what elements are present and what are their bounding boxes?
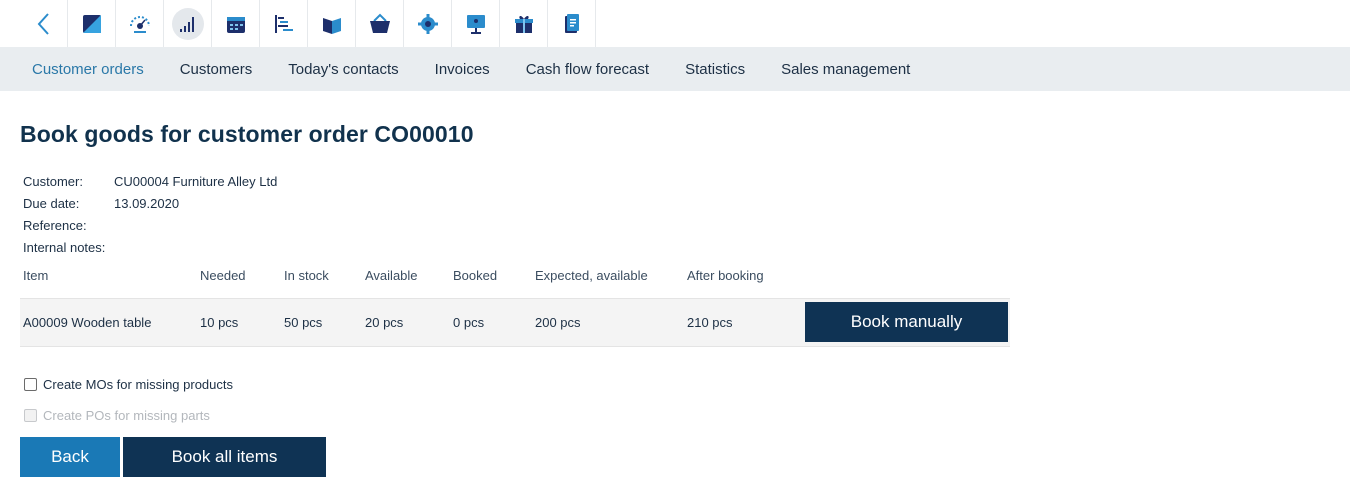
order-info: Customer: CU00004 Furniture Alley Ltd Du… [23, 170, 277, 258]
due-date-value: 13.09.2020 [114, 195, 180, 211]
column-header-expected-available: Expected, available [535, 268, 648, 283]
page-title: Book goods for customer order CO00010 [20, 121, 474, 147]
create-pos-option: Create POs for missing parts [24, 408, 210, 423]
module-inventory-button[interactable] [308, 0, 356, 47]
expected-available-cell: 200 pcs [535, 315, 581, 330]
module-presentation-button[interactable] [452, 0, 500, 47]
reference-row: Reference: [23, 214, 277, 236]
book-manually-button[interactable]: Book manually [805, 302, 1008, 342]
after-booking-cell: 210 pcs [687, 315, 733, 330]
booked-cell: 0 pcs [453, 315, 485, 330]
box-icon [322, 17, 341, 34]
document-icon [564, 13, 579, 33]
column-header-item: Item [23, 268, 49, 283]
gantt-icon [274, 14, 293, 33]
edit-icon [82, 14, 101, 33]
module-settings-button[interactable] [404, 0, 452, 47]
module-documents-button[interactable] [548, 0, 596, 47]
customer-label: Customer: [23, 173, 83, 189]
create-pos-label: Create POs for missing parts [43, 408, 210, 423]
module-gifts-button[interactable] [500, 0, 548, 47]
customer-row: Customer: CU00004 Furniture Alley Ltd [23, 170, 277, 192]
item-cell: A00009 Wooden table [23, 315, 152, 330]
dashboard-icon [129, 15, 150, 33]
column-header-in-stock: In stock [284, 268, 329, 283]
module-toolbar [20, 0, 596, 47]
table-row: A00009 Wooden table 10 pcs 50 pcs 20 pcs… [20, 298, 1010, 347]
module-calendar-button[interactable] [212, 0, 260, 47]
column-header-needed: Needed [200, 268, 246, 283]
column-header-after-booking: After booking [687, 268, 764, 283]
signal-bars-icon [179, 16, 194, 32]
tab-customer-orders[interactable]: Customer orders [20, 61, 144, 78]
active-module-indicator [171, 7, 204, 40]
module-statistics-button[interactable] [164, 0, 212, 47]
in-stock-cell: 50 pcs [284, 315, 323, 330]
reference-label: Reference: [23, 217, 87, 233]
calendar-icon [226, 16, 245, 33]
due-date-row: Due date: 13.09.2020 [23, 192, 277, 214]
create-mos-option[interactable]: Create MOs for missing products [24, 377, 233, 392]
module-purchasing-button[interactable] [356, 0, 404, 47]
tab-todays-contacts[interactable]: Today's contacts [276, 61, 398, 78]
column-header-available: Available [365, 268, 418, 283]
module-dashboard-button[interactable] [116, 0, 164, 47]
gear-icon [417, 13, 438, 34]
tab-cash-flow-forecast[interactable]: Cash flow forecast [514, 61, 649, 78]
due-date-label: Due date: [23, 195, 80, 211]
column-header-booked: Booked [453, 268, 498, 283]
tab-customers[interactable]: Customers [168, 61, 253, 78]
back-button[interactable]: Back [20, 437, 120, 477]
sub-navigation: Customer orders Customers Today's contac… [0, 47, 1350, 91]
presentation-icon [466, 14, 485, 34]
internal-notes-label: Internal notes: [23, 239, 106, 255]
basket-icon [369, 13, 390, 33]
create-mos-checkbox[interactable] [24, 378, 37, 391]
back-nav-button[interactable] [20, 0, 68, 47]
needed-cell: 10 pcs [200, 315, 239, 330]
module-orders-button[interactable] [68, 0, 116, 47]
create-mos-label: Create MOs for missing products [43, 377, 234, 392]
book-all-items-button[interactable]: Book all items [123, 437, 326, 477]
internal-notes-row: Internal notes: [23, 236, 277, 258]
customer-value: CU00004 Furniture Alley Ltd [114, 173, 278, 189]
gift-icon [514, 15, 533, 33]
back-icon [37, 12, 49, 35]
tab-invoices[interactable]: Invoices [423, 61, 490, 78]
available-cell: 20 pcs [365, 315, 404, 330]
module-planning-button[interactable] [260, 0, 308, 47]
tab-sales-management[interactable]: Sales management [769, 61, 910, 78]
tab-statistics[interactable]: Statistics [673, 61, 745, 78]
create-pos-checkbox [24, 409, 37, 422]
